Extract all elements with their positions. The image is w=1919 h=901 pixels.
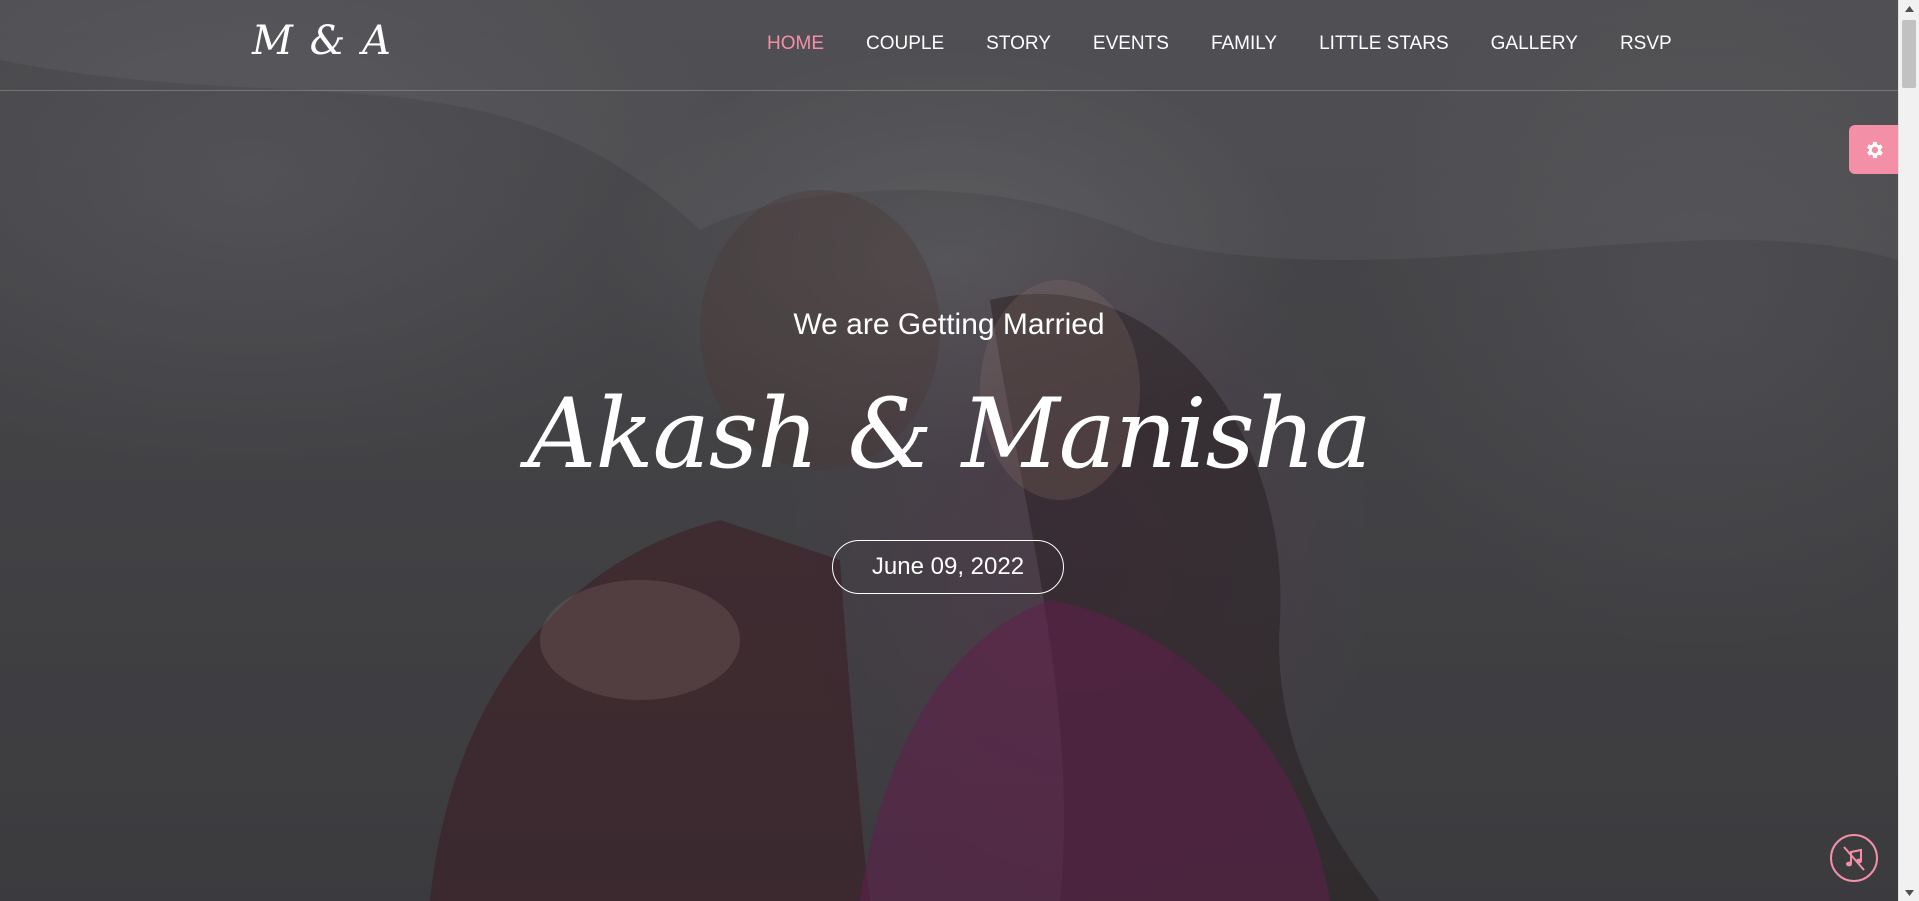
nav-rsvp[interactable]: RSVP — [1620, 30, 1672, 58]
nav-gallery[interactable]: GALLERY — [1491, 30, 1578, 58]
nav-story[interactable]: STORY — [986, 30, 1051, 58]
music-muted-icon — [1843, 846, 1865, 871]
site-header: M & A HOME COUPLE STORY EVENTS FAMILY LI… — [0, 0, 1898, 91]
music-toggle-button[interactable] — [1830, 834, 1878, 882]
site-logo[interactable]: M & A — [252, 18, 393, 64]
nav-home[interactable]: HOME — [767, 30, 824, 58]
hero-subtitle: We are Getting Married — [793, 308, 1105, 341]
main-nav: HOME COUPLE STORY EVENTS FAMILY LITTLE S… — [767, 30, 1672, 58]
scroll-down-arrow-icon[interactable] — [1899, 884, 1919, 901]
nav-couple[interactable]: COUPLE — [866, 30, 944, 58]
nav-family[interactable]: FAMILY — [1211, 30, 1277, 58]
scrollbar-thumb[interactable] — [1902, 20, 1916, 88]
wedding-date-badge: June 09, 2022 — [832, 540, 1064, 594]
gear-icon — [1866, 141, 1883, 158]
couple-names: Akash & Manisha — [527, 378, 1372, 490]
page-scrollbar[interactable] — [1898, 0, 1919, 901]
nav-little-stars[interactable]: LITTLE STARS — [1319, 30, 1449, 58]
scroll-up-arrow-icon[interactable] — [1899, 0, 1919, 17]
nav-events[interactable]: EVENTS — [1093, 30, 1169, 58]
settings-button[interactable] — [1849, 125, 1898, 174]
